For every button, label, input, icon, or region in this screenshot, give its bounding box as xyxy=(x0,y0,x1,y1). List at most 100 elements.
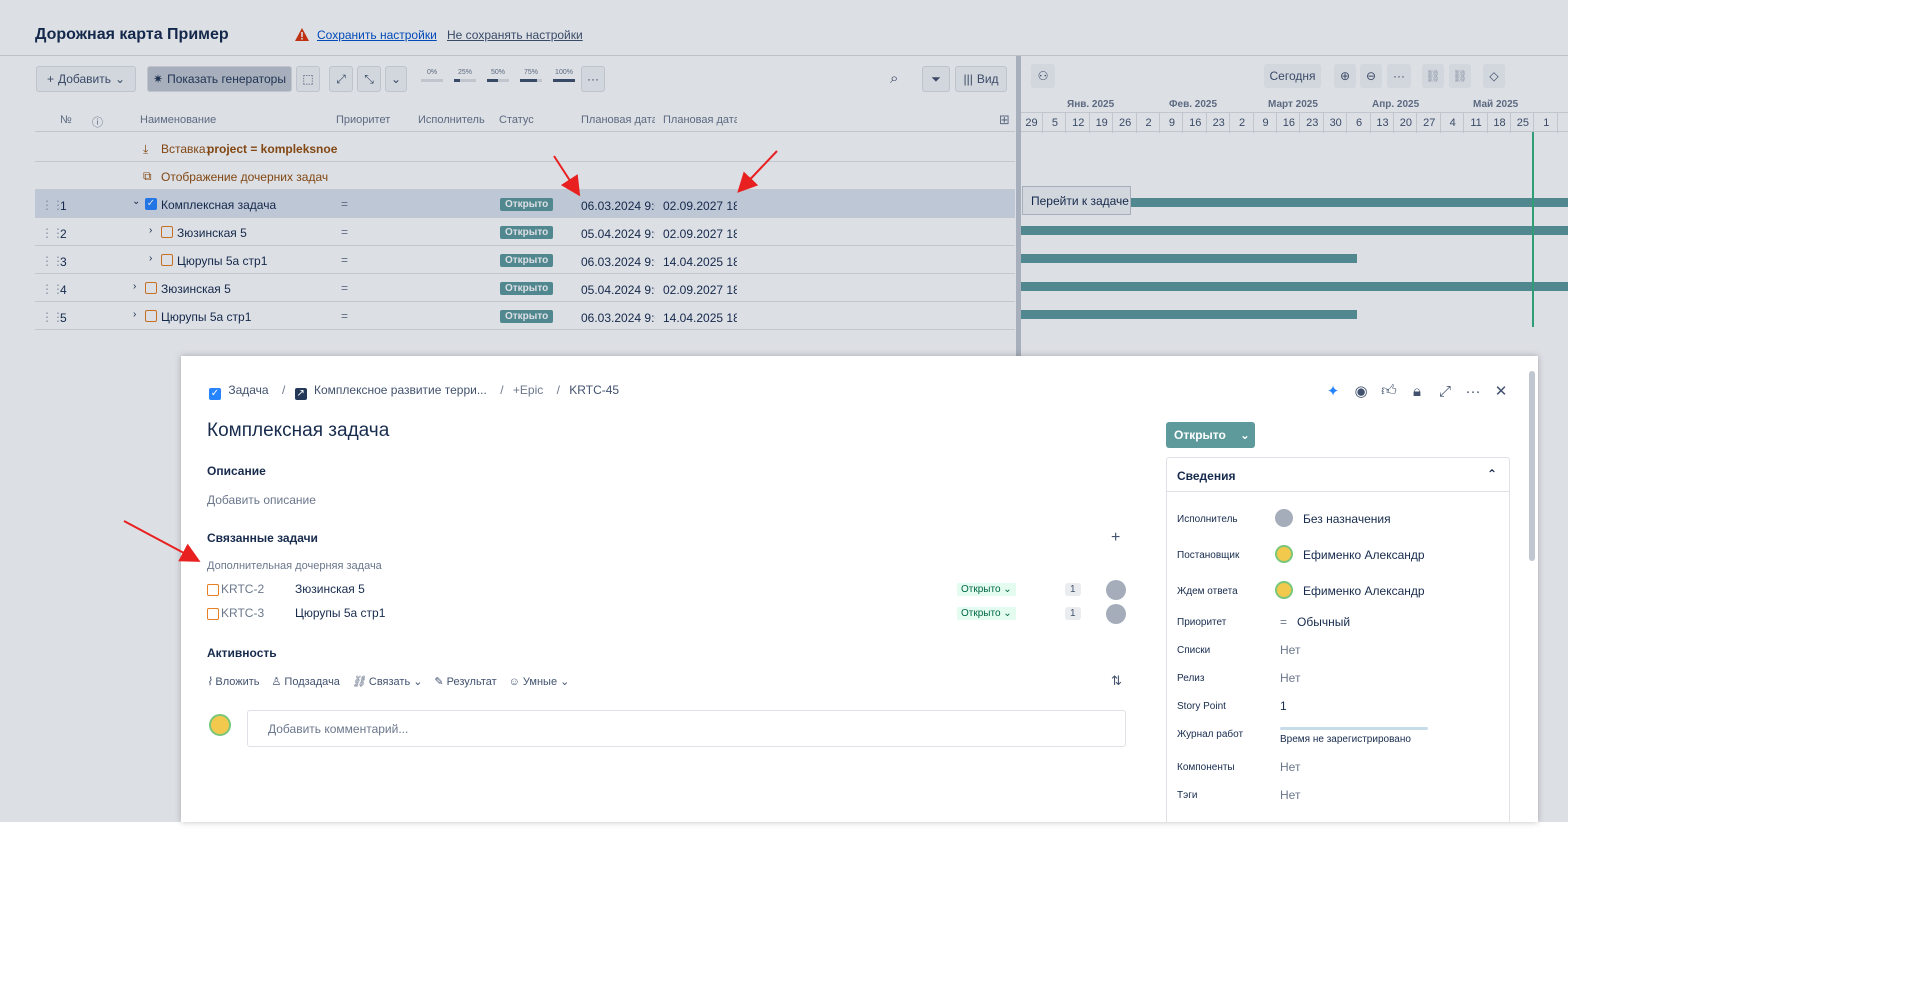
more-options-icon[interactable]: ··· xyxy=(1387,64,1411,88)
link-icon[interactable]: ⛓ xyxy=(1422,64,1444,88)
detail-priority[interactable]: Приоритет = Обычный xyxy=(1177,613,1497,633)
col-priority[interactable]: Приоритет xyxy=(336,114,390,126)
subtask-action[interactable]: ♙ Подзадача xyxy=(272,675,340,689)
col-name[interactable]: Наименование xyxy=(140,114,216,126)
zoom-in-icon[interactable]: ⊕ xyxy=(1334,64,1356,88)
child-display-row[interactable]: ⧉ Отображение дочерних задач xyxy=(35,162,1015,190)
more-dropdown-icon[interactable]: ⌄ xyxy=(385,66,407,92)
select-cursor-icon[interactable]: ⬚ xyxy=(296,66,320,92)
related-task-row[interactable]: KRTC-2 Зюзинская 5 Открыто ⌄ 1 xyxy=(207,579,1127,601)
lock-icon[interactable]: 🔒︎ xyxy=(1408,382,1426,400)
chevron-up-icon[interactable]: ⌃ xyxy=(1487,467,1497,481)
table-row[interactable]: ⋮⋮ 2 › Зюзинская 5 = Открыто 05.04.2024 … xyxy=(35,218,1015,246)
show-generators-button[interactable]: ✷ Показать генераторы xyxy=(147,66,292,92)
related-task-name[interactable]: Зюзинская 5 xyxy=(295,582,365,596)
detail-tags[interactable]: Тэги Нет xyxy=(1177,786,1497,806)
today-button[interactable]: Сегодня xyxy=(1264,64,1321,88)
breadcrumb-key[interactable]: KRTC-45 xyxy=(569,383,619,397)
filter-icon[interactable]: ⏷ xyxy=(922,66,950,92)
view-button[interactable]: ||| Вид xyxy=(955,66,1007,92)
result-action[interactable]: ✎ Результат xyxy=(434,675,496,689)
col-status[interactable]: Статус xyxy=(499,114,534,126)
col-end-date[interactable]: Плановая дата xyxy=(663,114,737,126)
progress-filter-100[interactable]: 100% xyxy=(551,69,577,91)
progress-filter-50[interactable]: 50% xyxy=(485,69,511,91)
detail-story-point[interactable]: Story Point 1 xyxy=(1177,697,1497,717)
table-row[interactable]: ⋮⋮ 5 › Цюрупы 5а стр1 = Открыто 06.03.20… xyxy=(35,302,1015,330)
task-title[interactable]: Комплексная задача xyxy=(207,420,389,442)
add-description-field[interactable]: Добавить описание xyxy=(207,493,316,507)
related-task-status[interactable]: Открыто ⌄ xyxy=(957,607,1016,620)
related-task-row[interactable]: KRTC-3 Цюрупы 5а стр1 Открыто ⌄ 1 xyxy=(207,603,1127,625)
col-assignee[interactable]: Исполнитель xyxy=(418,114,485,126)
save-settings-link[interactable]: Сохранить настройки xyxy=(317,28,437,42)
link-action[interactable]: ⛓ Связать ⌄ xyxy=(352,675,423,689)
gantt-bar[interactable] xyxy=(1021,310,1357,319)
more-options-icon[interactable]: ··· xyxy=(581,66,605,92)
detail-awaiting[interactable]: Ждем ответа Ефименко Александр xyxy=(1177,581,1497,602)
zoom-out-icon[interactable]: ⊖ xyxy=(1360,64,1382,88)
status-dropdown-button[interactable]: Открыто ⌄ xyxy=(1166,422,1255,448)
detail-lists[interactable]: Списки Нет xyxy=(1177,641,1497,661)
details-header[interactable]: Сведения ⌃ xyxy=(1167,458,1509,492)
add-button[interactable]: + Добавить ⌄ xyxy=(36,66,136,92)
expand-icon[interactable]: ⤢ xyxy=(329,66,353,92)
modal-scrollbar[interactable] xyxy=(1529,371,1535,561)
row-name[interactable]: Зюзинская 5 xyxy=(177,226,247,240)
related-task-name[interactable]: Цюрупы 5а стр1 xyxy=(295,606,385,620)
go-to-task-tooltip[interactable]: Перейти к задаче xyxy=(1022,186,1131,215)
breadcrumb-epic[interactable]: +Epic xyxy=(513,383,543,397)
people-icon[interactable]: ⚇ xyxy=(1031,64,1055,88)
sort-icon[interactable]: ⇅ xyxy=(1111,673,1122,689)
expand-icon[interactable]: ⤢ xyxy=(1436,382,1454,400)
attach-action[interactable]: ⌇ Вложить xyxy=(207,675,260,689)
close-icon[interactable]: ✕ xyxy=(1492,382,1510,400)
related-task-status[interactable]: Открыто ⌄ xyxy=(957,583,1016,596)
like-icon[interactable]: 👍︎ xyxy=(1380,382,1398,400)
related-task-key[interactable]: KRTC-3 xyxy=(221,606,264,620)
more-options-icon[interactable]: ··· xyxy=(1464,382,1482,400)
row-name[interactable]: Комплексная задача xyxy=(161,198,276,212)
row-name[interactable]: Цюрупы 5а стр1 xyxy=(177,254,267,268)
chevron-down-icon[interactable]: ⌄ xyxy=(132,196,140,207)
discard-settings-link[interactable]: Не сохранять настройки xyxy=(447,28,583,42)
search-icon[interactable]: ⌕ xyxy=(890,70,898,87)
milestone-icon[interactable]: ◇ xyxy=(1483,64,1505,88)
avatar[interactable] xyxy=(1106,580,1126,600)
progress-filter-25[interactable]: 25% xyxy=(452,69,478,91)
gantt-bar[interactable] xyxy=(1021,254,1357,263)
row-name[interactable]: Зюзинская 5 xyxy=(161,282,231,296)
insert-rule-row[interactable]: ⤓ Вставка: project = kompleksnoe xyxy=(35,134,1015,162)
comment-input[interactable]: Добавить комментарий... xyxy=(247,710,1126,747)
chevron-right-icon[interactable]: › xyxy=(133,281,136,292)
table-row[interactable]: ⋮⋮ 4 › Зюзинская 5 = Открыто 05.04.2024 … xyxy=(35,274,1015,302)
detail-release[interactable]: Релиз Нет xyxy=(1177,669,1497,689)
watch-icon[interactable]: ◉ xyxy=(1352,382,1370,400)
detail-worklog[interactable]: Журнал работ Время не зарегистрировано xyxy=(1177,725,1497,751)
smart-action[interactable]: ☺ Умные ⌄ xyxy=(509,675,570,689)
chevron-right-icon[interactable]: › xyxy=(133,309,136,320)
collapse-icon[interactable]: ⤡ xyxy=(357,66,381,92)
progress-filter-75[interactable]: 75% xyxy=(518,69,544,91)
breadcrumb-task-type[interactable]: Задача xyxy=(228,383,268,397)
add-related-icon[interactable]: + xyxy=(1111,529,1120,547)
gantt-bar[interactable] xyxy=(1021,282,1568,291)
related-task-key[interactable]: KRTC-2 xyxy=(221,582,264,596)
progress-filter-0[interactable]: 0% xyxy=(419,69,445,91)
row-name[interactable]: Цюрупы 5а стр1 xyxy=(161,310,251,324)
detail-assignee[interactable]: Исполнитель Без назначения xyxy=(1177,509,1497,530)
chevron-right-icon[interactable]: › xyxy=(149,253,152,264)
unlink-icon[interactable]: ⛓ xyxy=(1449,64,1471,88)
gantt-bar[interactable] xyxy=(1131,198,1568,207)
table-row[interactable]: ⋮⋮ 3 › Цюрупы 5а стр1 = Открыто 06.03.20… xyxy=(35,246,1015,274)
avatar[interactable] xyxy=(1106,604,1126,624)
detail-components[interactable]: Компоненты Нет xyxy=(1177,758,1497,778)
add-column-icon[interactable]: ⊞ xyxy=(999,112,1010,128)
col-number[interactable]: № xyxy=(60,114,72,126)
chevron-right-icon[interactable]: › xyxy=(149,225,152,236)
table-row[interactable]: ⋮⋮ 1 ⌄ ✓ Комплексная задача = Открыто 06… xyxy=(35,190,1015,218)
pin-icon[interactable]: ✦ xyxy=(1324,382,1342,400)
detail-reporter[interactable]: Постановщик Ефименко Александр xyxy=(1177,545,1497,566)
breadcrumb-project[interactable]: Комплексное развитие терри... xyxy=(314,383,487,397)
gantt-bar[interactable] xyxy=(1021,226,1568,235)
